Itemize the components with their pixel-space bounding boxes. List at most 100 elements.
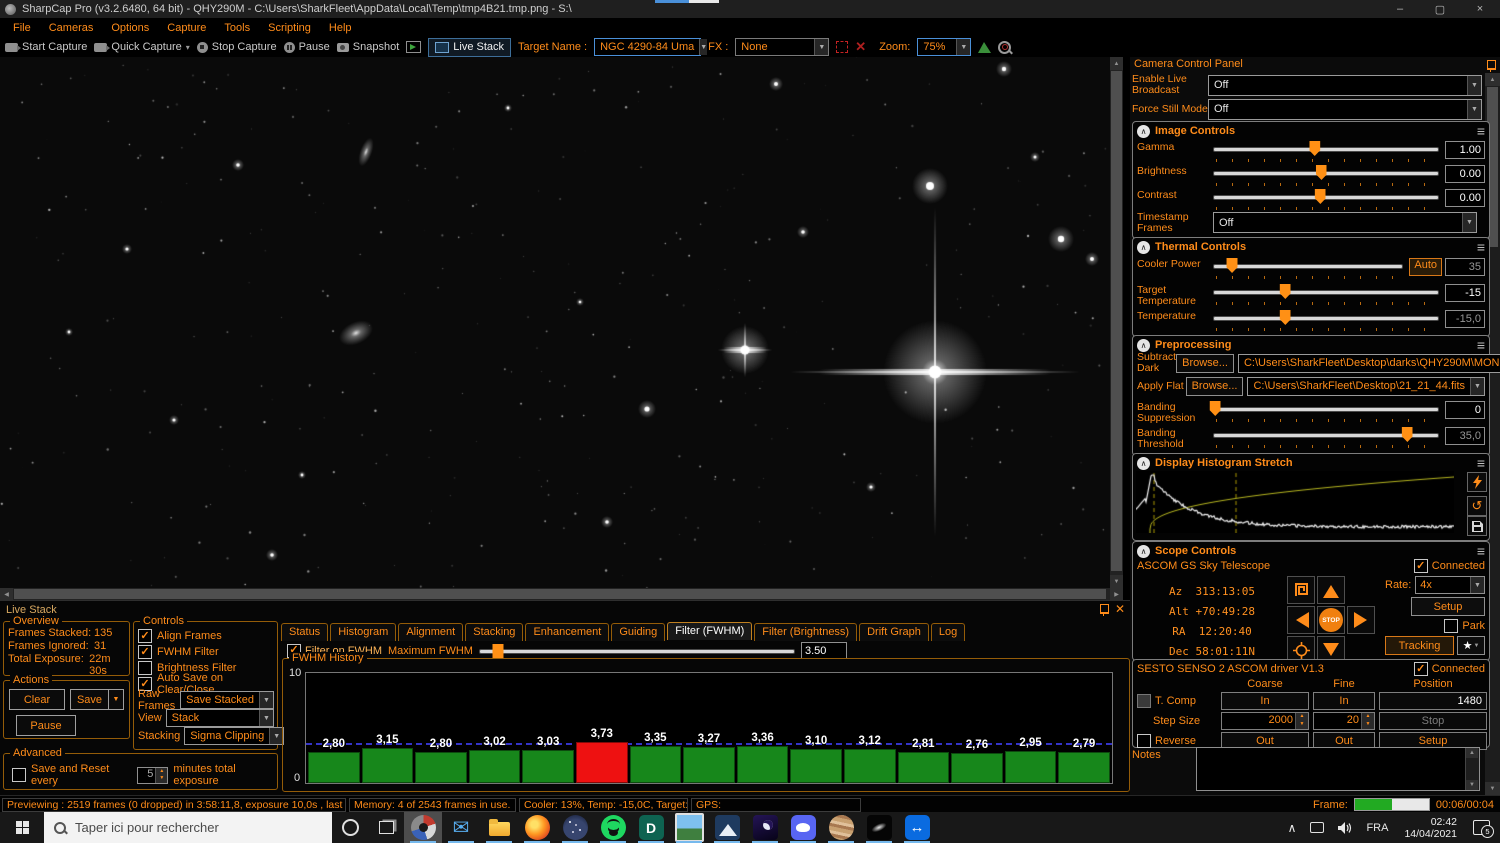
taskbar-app-galaxy[interactable] bbox=[860, 812, 898, 843]
collapse-icon[interactable]: ∧ bbox=[1137, 241, 1150, 254]
menu-capture[interactable]: Capture bbox=[158, 20, 215, 36]
zoom-to-selection-icon[interactable] bbox=[998, 41, 1011, 54]
auto-stretch-icon[interactable] bbox=[1467, 472, 1487, 492]
menu-cameras[interactable]: Cameras bbox=[40, 20, 103, 36]
banding-threshold-slider-thumb[interactable] bbox=[1402, 427, 1413, 442]
group-menu-icon[interactable]: ≡ bbox=[1477, 340, 1485, 350]
contrast-value[interactable]: 0.00 bbox=[1445, 189, 1485, 207]
horizontal-scrollbar[interactable]: ◀ ▶ bbox=[0, 588, 1123, 600]
collapse-icon[interactable]: ∧ bbox=[1137, 339, 1150, 352]
group-menu-icon[interactable]: ≡ bbox=[1477, 458, 1485, 468]
taskbar-app-firefox[interactable] bbox=[518, 812, 556, 843]
tab-log[interactable]: Log bbox=[931, 623, 965, 641]
scroll-down-icon[interactable]: ▼ bbox=[1485, 782, 1500, 795]
fine-in-button[interactable]: In bbox=[1313, 692, 1375, 710]
brightness-value[interactable]: 0.00 bbox=[1445, 165, 1485, 183]
focuser-connected-checkbox[interactable]: Connected bbox=[1414, 662, 1485, 676]
taskbar-app-dashlane[interactable]: D bbox=[632, 812, 670, 843]
fine-step-spinner[interactable]: 20 ▲▼ bbox=[1313, 712, 1375, 730]
collapse-icon[interactable]: ∧ bbox=[1137, 545, 1150, 558]
temperature-slider-thumb[interactable] bbox=[1280, 310, 1291, 325]
start-button[interactable] bbox=[0, 812, 44, 843]
notes-scrollbar[interactable]: ▲ ▼ bbox=[1465, 748, 1479, 790]
gamma-slider[interactable] bbox=[1213, 140, 1439, 164]
tracking-button[interactable]: Tracking bbox=[1385, 636, 1454, 655]
rate-dropdown[interactable]: 4x ▼ bbox=[1415, 576, 1485, 594]
save-reset-checkbox[interactable] bbox=[12, 768, 26, 782]
cooler-power-auto-button[interactable]: Auto bbox=[1409, 258, 1442, 276]
scroll-down-icon[interactable]: ▼ bbox=[1110, 575, 1123, 588]
scope-setup-button[interactable]: Setup bbox=[1411, 597, 1485, 616]
horizontal-scroll-thumb[interactable] bbox=[14, 589, 1106, 599]
taskbar-app-discord[interactable] bbox=[784, 812, 822, 843]
vertical-scroll-thumb[interactable] bbox=[1111, 71, 1122, 571]
language-indicator[interactable]: FRA bbox=[1360, 812, 1394, 843]
max-fwhm-value[interactable]: 3.50 bbox=[801, 642, 847, 659]
save-stretch-icon[interactable] bbox=[1467, 516, 1487, 536]
collapse-icon[interactable]: ∧ bbox=[1137, 457, 1150, 470]
taskbar-app-explorer[interactable] bbox=[480, 812, 518, 843]
park-checkbox[interactable]: Park bbox=[1385, 619, 1485, 633]
pause-button[interactable]: Pause bbox=[284, 41, 330, 53]
zoom-dropdown[interactable]: 75% ▼ bbox=[917, 38, 971, 56]
volume-icon[interactable] bbox=[1332, 812, 1358, 843]
selection-area-icon[interactable] bbox=[836, 41, 848, 53]
minutes-spinner[interactable]: 5 ▲▼ bbox=[137, 767, 168, 784]
gamma-value[interactable]: 1.00 bbox=[1445, 141, 1485, 159]
cooler-power-value[interactable]: 35 bbox=[1445, 258, 1485, 276]
align-frames-checkbox[interactable]: Align Frames bbox=[134, 627, 277, 643]
brightness-slider-thumb[interactable] bbox=[1316, 165, 1327, 180]
scope-connected-checkbox[interactable]: Connected bbox=[1414, 559, 1485, 573]
focuser-stop-button[interactable]: Stop bbox=[1379, 712, 1487, 730]
subtract-dark-dropdown[interactable]: C:\Users\SharkFleet\Desktop\darks\QHY290… bbox=[1238, 354, 1500, 373]
apply-flat-browse-button[interactable]: Browse... bbox=[1186, 377, 1244, 396]
menu-file[interactable]: File bbox=[4, 20, 40, 36]
group-menu-icon[interactable]: ≡ bbox=[1477, 126, 1485, 136]
tab-histogram[interactable]: Histogram bbox=[330, 623, 396, 641]
taskbar-app-planet[interactable] bbox=[822, 812, 860, 843]
spinner-arrows-icon[interactable]: ▲▼ bbox=[1295, 713, 1308, 729]
tab-filter-fwhm[interactable]: Filter (FWHM) bbox=[667, 622, 752, 640]
view-dropdown[interactable]: Stack▼ bbox=[166, 709, 274, 727]
spinner-arrows-icon[interactable]: ▲▼ bbox=[1361, 713, 1374, 729]
tab-alignment[interactable]: Alignment bbox=[398, 623, 463, 641]
stacking-dropdown[interactable]: Sigma Clipping▼ bbox=[184, 727, 284, 745]
target-temperature-slider[interactable] bbox=[1213, 283, 1439, 307]
target-temperature-slider-thumb[interactable] bbox=[1280, 284, 1291, 299]
pause-stack-button[interactable]: Pause bbox=[16, 715, 76, 736]
save-button[interactable]: Save bbox=[70, 689, 108, 710]
menu-scripting[interactable]: Scripting bbox=[259, 20, 320, 36]
scroll-right-icon[interactable]: ▶ bbox=[1110, 588, 1123, 600]
pin-icon[interactable] bbox=[1100, 604, 1109, 617]
banding-suppression-value[interactable]: 0 bbox=[1445, 401, 1485, 419]
tab-status[interactable]: Status bbox=[281, 623, 328, 641]
slew-right-button[interactable] bbox=[1347, 606, 1375, 634]
target-name-dropdown[interactable]: NGC 4290-84 Uma ▼ bbox=[594, 38, 701, 56]
coarse-step-spinner[interactable]: 2000 ▲▼ bbox=[1221, 712, 1309, 730]
banding-threshold-slider[interactable] bbox=[1213, 426, 1439, 450]
taskbar-app-mail[interactable]: ✉ bbox=[442, 812, 480, 843]
scroll-up-icon[interactable]: ▲ bbox=[1466, 748, 1478, 758]
menu-help[interactable]: Help bbox=[320, 20, 361, 36]
maximize-button[interactable]: ▢ bbox=[1420, 0, 1460, 18]
notification-center-button[interactable]: 5 bbox=[1467, 812, 1496, 843]
tab-stacking[interactable]: Stacking bbox=[465, 623, 523, 641]
tray-expand-icon[interactable]: ∧ bbox=[1282, 812, 1303, 843]
apply-flat-dropdown[interactable]: C:\Users\SharkFleet\Desktop\21_21_44.fit… bbox=[1247, 377, 1485, 396]
spiral-search-button[interactable] bbox=[1287, 576, 1315, 604]
scroll-left-icon[interactable]: ◀ bbox=[0, 588, 13, 600]
folder-monitor-icon[interactable] bbox=[406, 41, 421, 53]
cortana-button[interactable] bbox=[332, 812, 368, 843]
save-dropdown-icon[interactable]: ▼ bbox=[108, 689, 124, 710]
live-stack-button[interactable]: Live Stack bbox=[428, 38, 511, 57]
slew-up-button[interactable] bbox=[1317, 576, 1345, 604]
taskbar-app-spotify[interactable] bbox=[594, 812, 632, 843]
force-still-mode-dropdown[interactable]: Off ▼ bbox=[1208, 99, 1482, 120]
taskbar-app-sharpcap[interactable] bbox=[404, 812, 442, 843]
collapse-icon[interactable]: ∧ bbox=[1137, 125, 1150, 138]
banding-suppression-slider[interactable] bbox=[1213, 400, 1439, 424]
menu-options[interactable]: Options bbox=[102, 20, 158, 36]
clear-selection-icon[interactable]: ✕ bbox=[855, 42, 866, 52]
temperature-slider[interactable] bbox=[1213, 309, 1439, 333]
clear-button[interactable]: Clear bbox=[9, 689, 65, 710]
